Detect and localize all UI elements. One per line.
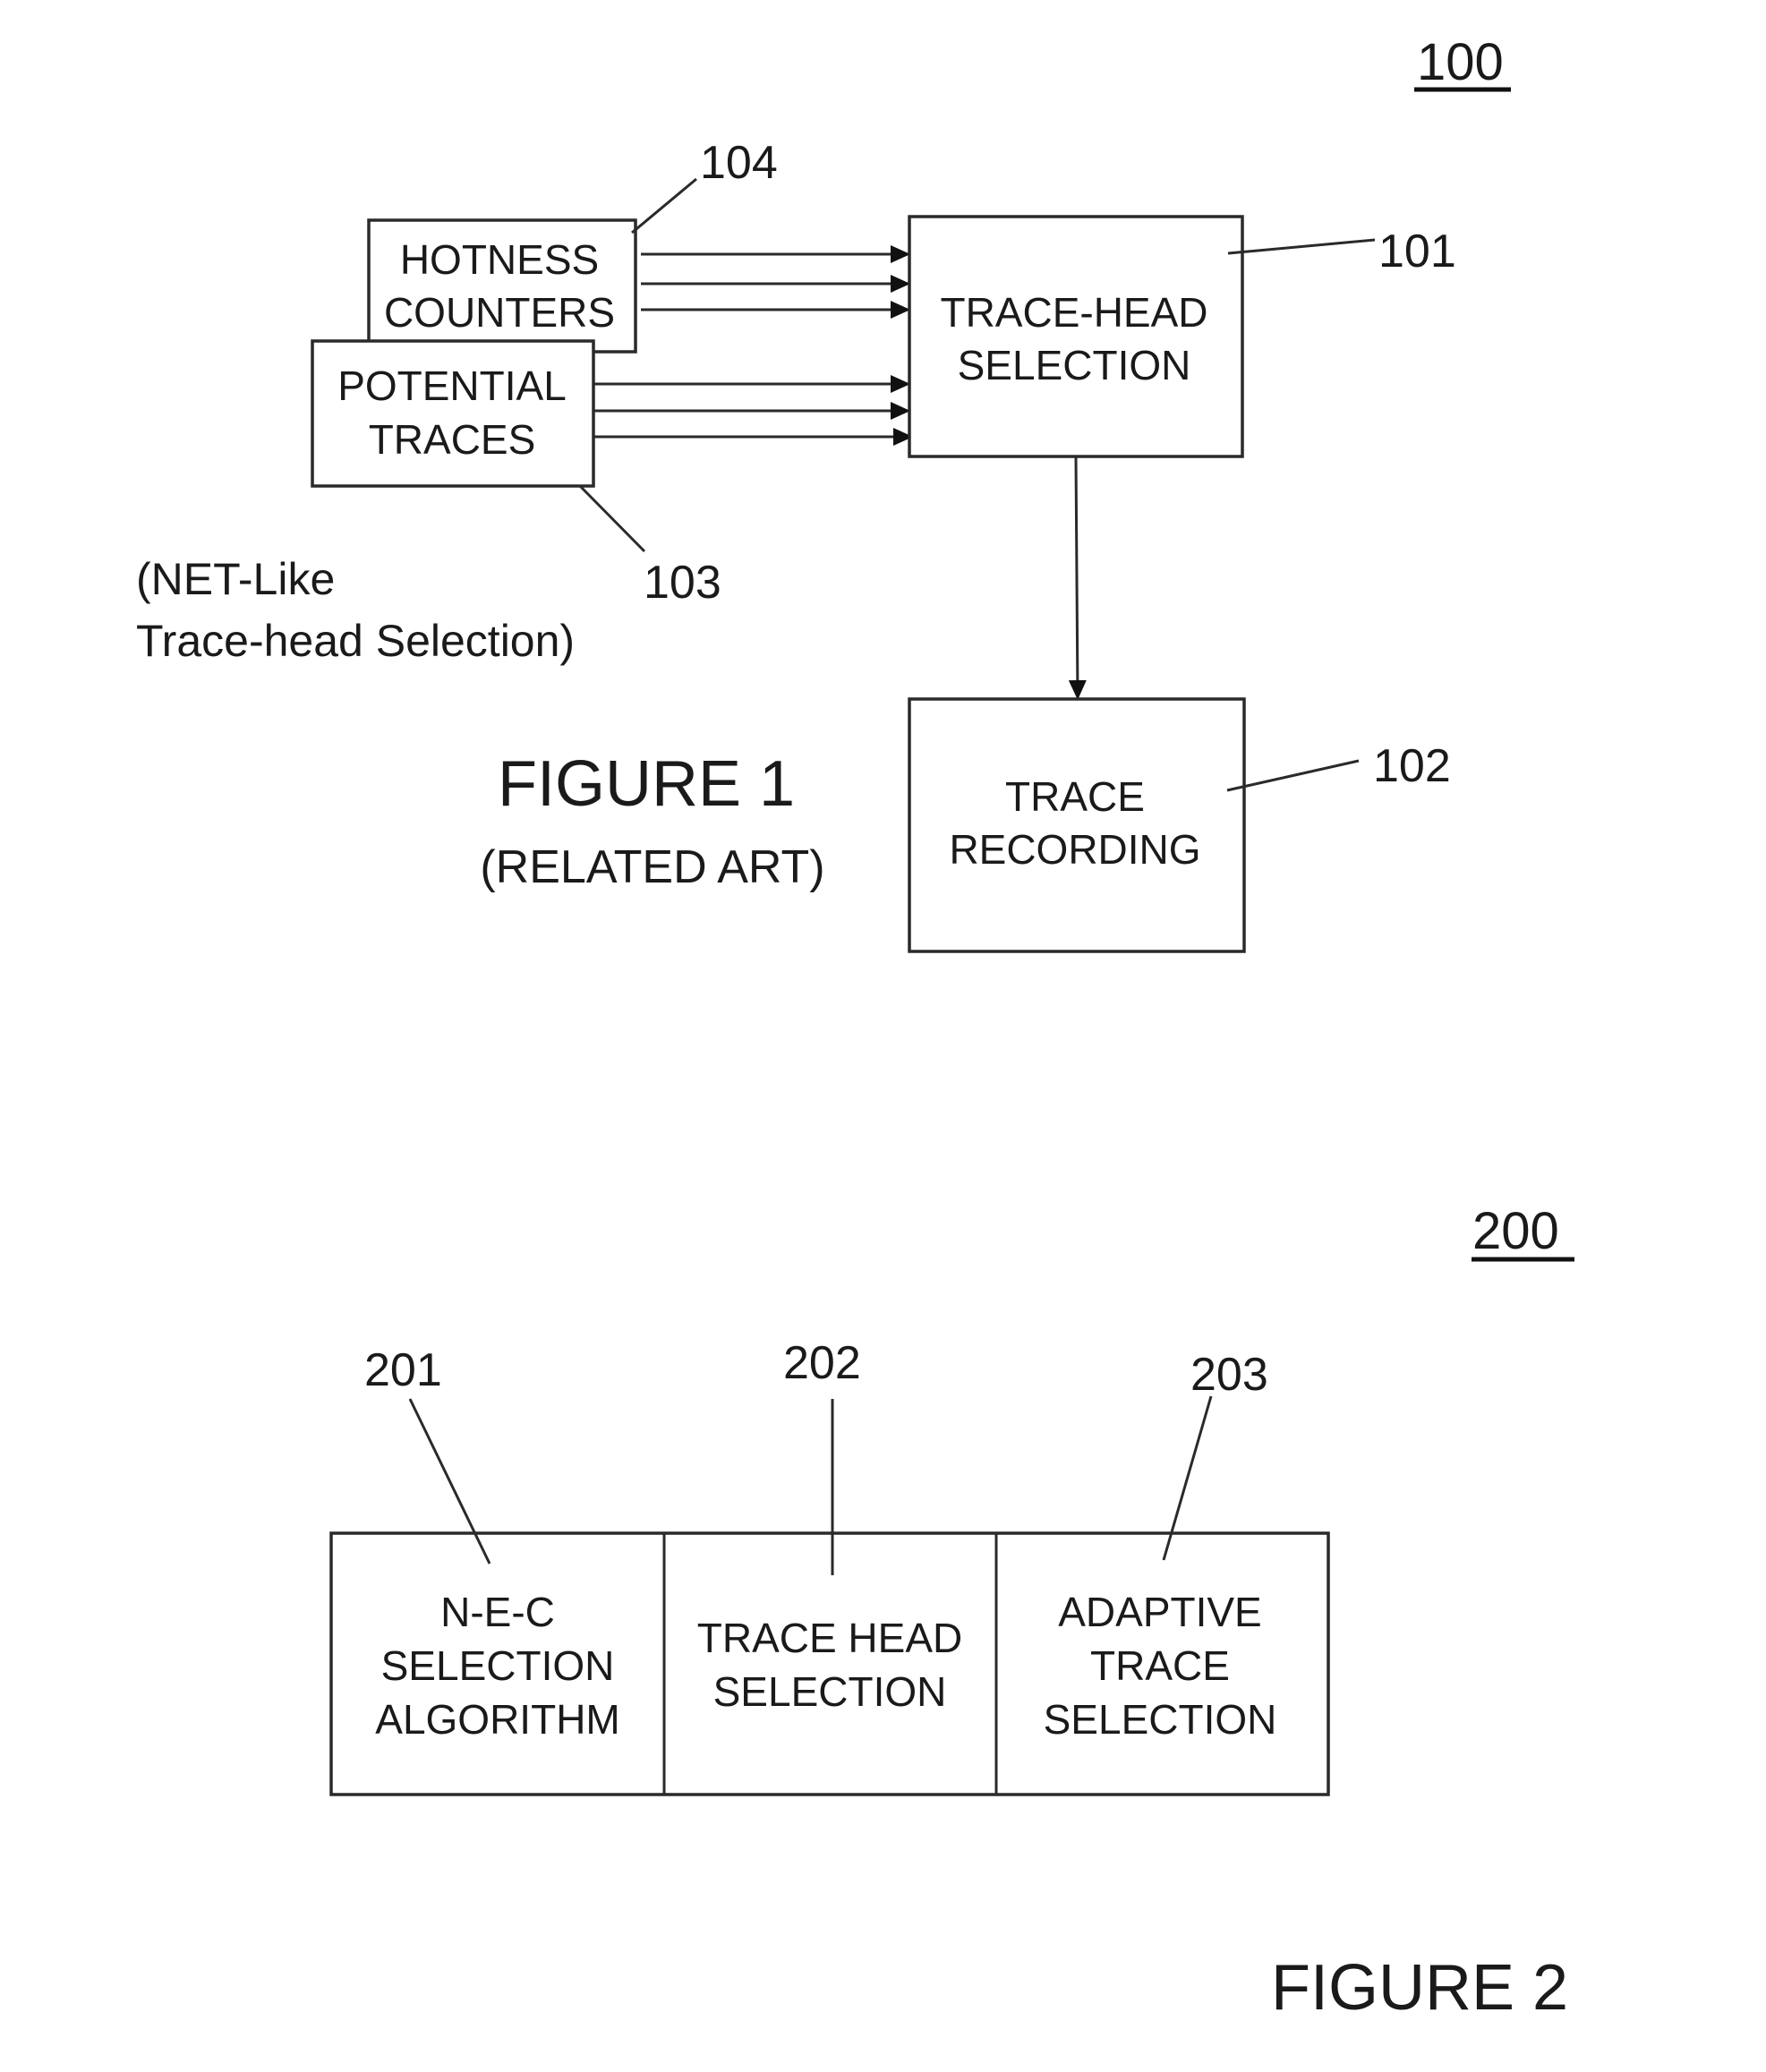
potential-to-trace-head-arrows — [593, 375, 913, 446]
ref-103-label: 103 — [644, 557, 721, 609]
figure-1-subcaption: (RELATED ART) — [480, 841, 824, 893]
ref-104-leader — [631, 177, 697, 234]
figure-1-caption: FIGURE 1 — [498, 748, 795, 820]
net-like-note-line-2: Trace-head Selection) — [136, 616, 575, 666]
figure-1: 100 HOTNESS COUNTERS 104 POTENTIAL TRACE… — [136, 33, 1511, 953]
hotness-counters-line-2: COUNTERS — [384, 289, 615, 336]
hotness-counters-block: HOTNESS COUNTERS — [367, 218, 637, 354]
ref-101-leader — [1227, 238, 1376, 255]
hotness-to-trace-head-arrows — [641, 245, 910, 319]
trace-head-selection-block: TRACE-HEAD SELECTION — [908, 215, 1244, 458]
trace-head-selection-line-2: SELECTION — [958, 342, 1191, 388]
trace-recording-line-2: RECORDING — [949, 826, 1200, 873]
net-like-note-line-1: (NET-Like — [136, 554, 335, 604]
figure-2-ref-number: 200 — [1472, 1202, 1559, 1260]
cell-202-line-2: SELECTION — [713, 1668, 947, 1715]
ref-201-label: 201 — [364, 1344, 442, 1396]
ref-202-label: 202 — [783, 1337, 861, 1389]
cell-201-line-2: SELECTION — [381, 1642, 615, 1689]
potential-traces-line-2: TRACES — [369, 416, 536, 463]
ref-101-label: 101 — [1378, 226, 1456, 277]
cell-201-line-3: ALGORITHM — [375, 1696, 619, 1743]
cell-203-line-3: SELECTION — [1044, 1696, 1277, 1743]
arrow-trace-head-to-recording — [1068, 456, 1087, 700]
ref-203-label: 203 — [1190, 1349, 1268, 1401]
trace-recording-box — [908, 697, 1246, 953]
cell-203-line-1: ADAPTIVE — [1058, 1589, 1262, 1635]
figure-1-ref-number: 100 — [1417, 33, 1504, 91]
cell-202-line-1: TRACE HEAD — [697, 1615, 962, 1661]
patent-drawing-sheet: 100 HOTNESS COUNTERS 104 POTENTIAL TRACE… — [136, 33, 1574, 2024]
ref-102-leader — [1226, 759, 1360, 792]
cell-203-line-2: TRACE — [1090, 1642, 1230, 1689]
ref-104-label: 104 — [700, 137, 778, 189]
potential-traces-line-1: POTENTIAL — [337, 362, 567, 409]
cell-201-line-1: N-E-C — [440, 1589, 555, 1635]
figure-2: 200 201 202 203 N-E-C SELECTION ALGORITH… — [329, 1202, 1574, 2024]
potential-traces-block: POTENTIAL TRACES — [311, 339, 595, 488]
trace-head-selection-line-1: TRACE-HEAD — [940, 289, 1207, 336]
ref-103-leader — [578, 484, 646, 553]
trace-head-selection-box — [908, 215, 1244, 458]
hotness-counters-line-1: HOTNESS — [400, 236, 599, 283]
figure-2-caption: FIGURE 2 — [1271, 1952, 1568, 2024]
ref-102-label: 102 — [1373, 740, 1451, 792]
trace-recording-block: TRACE RECORDING — [908, 697, 1246, 953]
trace-recording-line-1: TRACE — [1005, 773, 1145, 820]
